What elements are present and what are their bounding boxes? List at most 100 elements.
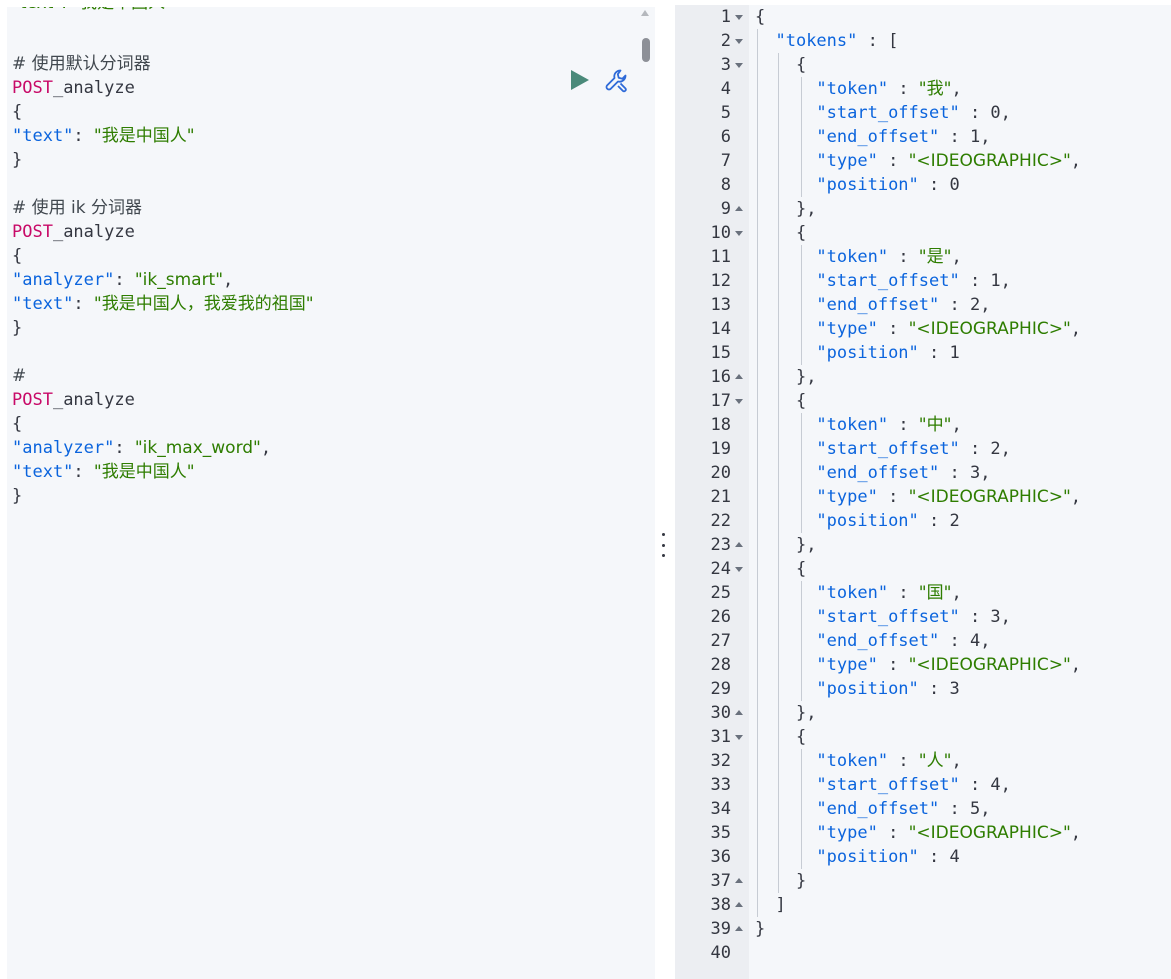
- pane-resize-handle[interactable]: [656, 533, 670, 557]
- response-line: },: [755, 533, 1081, 557]
- editor-line[interactable]: [12, 28, 314, 52]
- gutter-row: 23: [675, 533, 749, 557]
- comment: #: [12, 366, 27, 386]
- json-punct: ,: [1070, 319, 1082, 339]
- line-number: 15: [710, 343, 731, 363]
- json-key: "token": [816, 415, 889, 435]
- json-punct: }: [755, 919, 766, 939]
- json-string: "<IDEOGRAPHIC>": [908, 151, 1071, 171]
- brace: }: [12, 486, 23, 506]
- fold-collapse-icon[interactable]: [735, 39, 743, 44]
- editor-line[interactable]: "text": "我是中国人": [12, 124, 314, 148]
- editor-line[interactable]: POST _analyze: [12, 388, 314, 412]
- json-punct: : 1,: [959, 271, 1011, 291]
- fold-end-icon[interactable]: [735, 542, 743, 547]
- editor-line[interactable]: }: [12, 484, 314, 508]
- json-punct: : 0,: [959, 103, 1011, 123]
- json-string: "我是中国人": [93, 126, 195, 146]
- json-key: "type": [816, 823, 878, 843]
- fold-collapse-icon[interactable]: [735, 15, 743, 20]
- json-punct: ,: [1070, 151, 1082, 171]
- response-code[interactable]: { "tokens" : [ { "token" : "我", "start_o…: [755, 5, 1081, 965]
- line-number: 8: [720, 175, 731, 195]
- request-settings-button[interactable]: [603, 67, 631, 95]
- response-line: "end_offset" : 2,: [755, 293, 1081, 317]
- json-key: "token": [816, 751, 889, 771]
- fold-end-icon[interactable]: [735, 902, 743, 907]
- editor-line[interactable]: }: [12, 316, 314, 340]
- json-punct: },: [795, 703, 817, 723]
- fold-collapse-icon[interactable]: [735, 399, 743, 404]
- http-method: POST: [12, 78, 53, 98]
- request-code[interactable]: "text": "我是中国人" # 使用默认分词器POST _analyze{ …: [12, 7, 314, 508]
- fold-end-icon[interactable]: [735, 878, 743, 883]
- fold-end-icon[interactable]: [735, 926, 743, 931]
- response-line: {: [755, 557, 1081, 581]
- line-number: 23: [710, 535, 731, 555]
- json-key: "start_offset": [816, 439, 960, 459]
- fold-end-icon[interactable]: [735, 710, 743, 715]
- editor-line[interactable]: {: [12, 244, 314, 268]
- json-string: "人": [918, 751, 952, 771]
- json-key: "start_offset": [816, 271, 960, 291]
- json-punct: :: [888, 79, 919, 99]
- run-request-button[interactable]: [569, 68, 591, 92]
- json-punct: : 3,: [939, 463, 991, 483]
- editor-line[interactable]: "text": "我是中国人": [12, 460, 314, 484]
- gutter-row: 34: [675, 797, 749, 821]
- json-key: "end_offset": [816, 799, 940, 819]
- fold-collapse-icon[interactable]: [735, 63, 743, 68]
- editor-line[interactable]: # 使用默认分词器: [12, 52, 314, 76]
- line-number: 18: [710, 415, 731, 435]
- partial-line: "text": "我是中国人": [12, 7, 173, 15]
- request-editor[interactable]: "text": "我是中国人" # 使用默认分词器POST _analyze{ …: [7, 7, 655, 979]
- scrollbar-thumb[interactable]: [642, 38, 650, 62]
- fold-collapse-icon[interactable]: [735, 231, 743, 236]
- editor-line[interactable]: {: [12, 412, 314, 436]
- editor-line[interactable]: [12, 172, 314, 196]
- response-line: {: [755, 725, 1081, 749]
- response-viewer[interactable]: 1 2 3 4 5 6 7 8 9 10 11 12 13 14 15 16 17 18 19 20 21 22 23 24 2…: [675, 5, 1171, 979]
- line-number: 20: [710, 463, 731, 483]
- fold-collapse-icon[interactable]: [735, 735, 743, 740]
- line-number: 2: [720, 31, 731, 51]
- http-method: POST: [12, 222, 53, 242]
- gutter-row: 35: [675, 821, 749, 845]
- json-punct: ,: [951, 583, 962, 603]
- editor-line[interactable]: }: [12, 148, 314, 172]
- response-line: "position" : 4: [755, 845, 1081, 869]
- editor-line[interactable]: #: [12, 364, 314, 388]
- gutter-row: 20: [675, 461, 749, 485]
- editor-line[interactable]: POST _analyze: [12, 76, 314, 100]
- request-path: _analyze: [52, 222, 135, 242]
- editor-line[interactable]: "analyzer": "ik_smart",: [12, 268, 314, 292]
- json-punct: ]: [775, 895, 786, 915]
- request-path: _analyze: [52, 78, 135, 98]
- gutter-row: 22: [675, 509, 749, 533]
- editor-line[interactable]: "text": "我是中国人": [12, 7, 314, 28]
- line-number: 11: [710, 247, 731, 267]
- line-number: 1: [720, 7, 731, 27]
- response-line: "token" : "我",: [755, 77, 1081, 101]
- line-number: 24: [710, 559, 731, 579]
- json-punct: : 0: [918, 175, 960, 195]
- response-line: "start_offset" : 2,: [755, 437, 1081, 461]
- json-string: "ik_smart": [134, 270, 224, 290]
- editor-line[interactable]: POST _analyze: [12, 220, 314, 244]
- fold-end-icon[interactable]: [735, 374, 743, 379]
- scroll-up-arrow-icon[interactable]: [641, 10, 649, 16]
- editor-line[interactable]: [12, 340, 314, 364]
- gutter-row: 37: [675, 869, 749, 893]
- editor-line[interactable]: "text": "我是中国人，我爱我的祖国": [12, 292, 314, 316]
- fold-end-icon[interactable]: [735, 206, 743, 211]
- editor-line[interactable]: {: [12, 100, 314, 124]
- fold-collapse-icon[interactable]: [735, 567, 743, 572]
- json-punct: :: [877, 655, 909, 675]
- json-punct: },: [795, 535, 817, 555]
- editor-line[interactable]: "analyzer": "ik_max_word",: [12, 436, 314, 460]
- json-key: "position": [816, 511, 919, 531]
- line-number: 10: [710, 223, 731, 243]
- json-key: "end_offset": [816, 463, 940, 483]
- response-line: "tokens" : [: [755, 29, 1081, 53]
- editor-line[interactable]: # 使用 ik 分词器: [12, 196, 314, 220]
